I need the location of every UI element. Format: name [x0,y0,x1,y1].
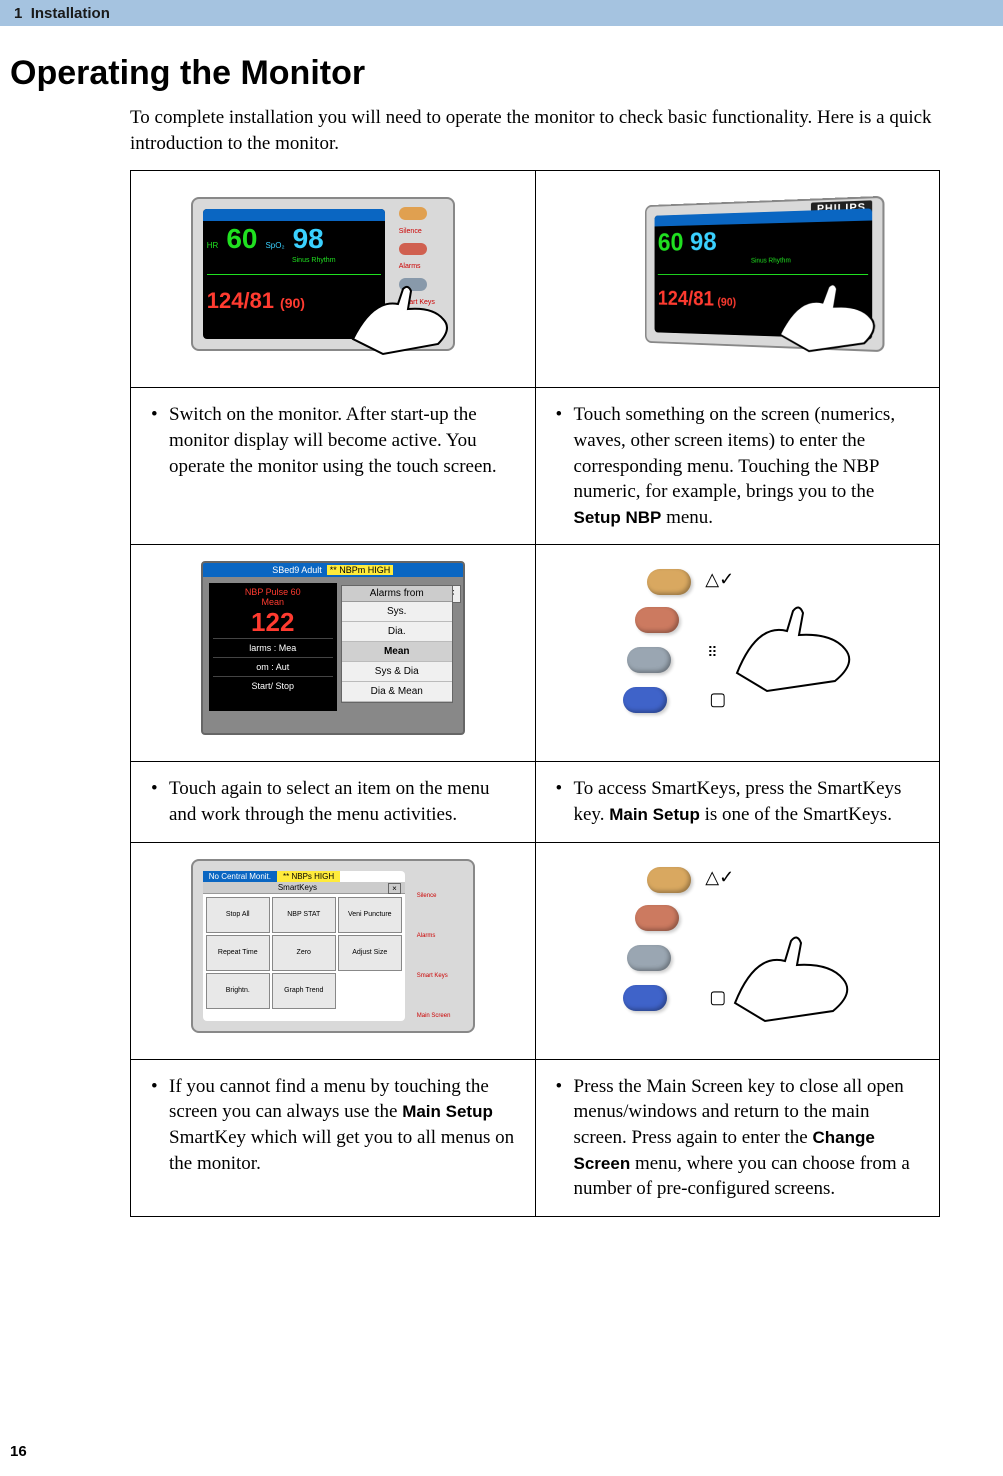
figure-mainscreen-button: △✓ ▢ [535,842,940,1059]
pointing-hand-icon [343,269,463,359]
intro-paragraph: To complete installation you will need t… [130,105,943,156]
cell-text: To access SmartKeys, press the SmartKeys… [535,762,940,842]
bullet-text: If you cannot find a menu by touching th… [147,1074,521,1177]
silence-key-icon [647,867,691,893]
smartkeys-key-icon [417,949,443,963]
figure-menu-selection: SBed9 Adult ** NBPm HIGH NBP Pulse 60 Me… [131,545,536,762]
cell-text: Touch again to select an item on the men… [131,762,536,842]
cell-text: If you cannot find a menu by touching th… [131,1059,536,1216]
bullet-text: Touch again to select an item on the men… [147,776,521,827]
bullet-text: Press the Main Screen key to close all o… [552,1074,926,1202]
smartkeys-key-icon [627,945,671,971]
section-heading: Operating the Monitor [10,54,1003,93]
alarms-key-icon [635,905,679,931]
figure-smartkeys-window: No Central Monit. ** NBPs HIGH SmartKeys… [131,842,536,1059]
figure-smartkeys-button: △✓ ⠿ ▢ [535,545,940,762]
symbol-alarm-ack: △✓ [705,867,734,888]
close-icon: × [388,883,401,894]
cell-text: Touch something on the screen (numerics,… [535,388,940,545]
chapter-title: Installation [31,5,110,22]
page-number: 16 [10,1443,27,1460]
bullet-text: Touch something on the screen (numerics,… [552,402,926,530]
cell-text: Press the Main Screen key to close all o… [535,1059,940,1216]
smartkeys-key-icon [627,647,671,673]
pointing-hand-icon [717,583,867,703]
pointing-hand-icon [775,269,893,361]
pointing-hand-icon [717,911,867,1031]
figure-monitor-angled: PHILIPS 60 98 Sinus Rhythm 124/81 [535,171,940,388]
silence-key-icon [417,869,443,883]
instruction-table: HR 60 SpO₂ 98 Sinus Rhythm 124/81 (90) [130,170,940,1217]
alarms-key-icon [417,909,443,923]
figure-monitor-touch: HR 60 SpO₂ 98 Sinus Rhythm 124/81 (90) [131,171,536,388]
silence-key-icon [647,569,691,595]
cell-text: Switch on the monitor. After start-up th… [131,388,536,545]
mainscreen-key-icon [623,985,667,1011]
mainscreen-key-icon [623,687,667,713]
running-header: 1 Installation [0,0,1003,26]
mainscreen-key-icon [417,989,443,1003]
bullet-text: To access SmartKeys, press the SmartKeys… [552,776,926,827]
alarms-key-icon [635,607,679,633]
chapter-number: 1 [14,5,22,22]
bullet-text: Switch on the monitor. After start-up th… [147,402,521,479]
document-page: 1 Installation Operating the Monitor To … [0,0,1003,1476]
